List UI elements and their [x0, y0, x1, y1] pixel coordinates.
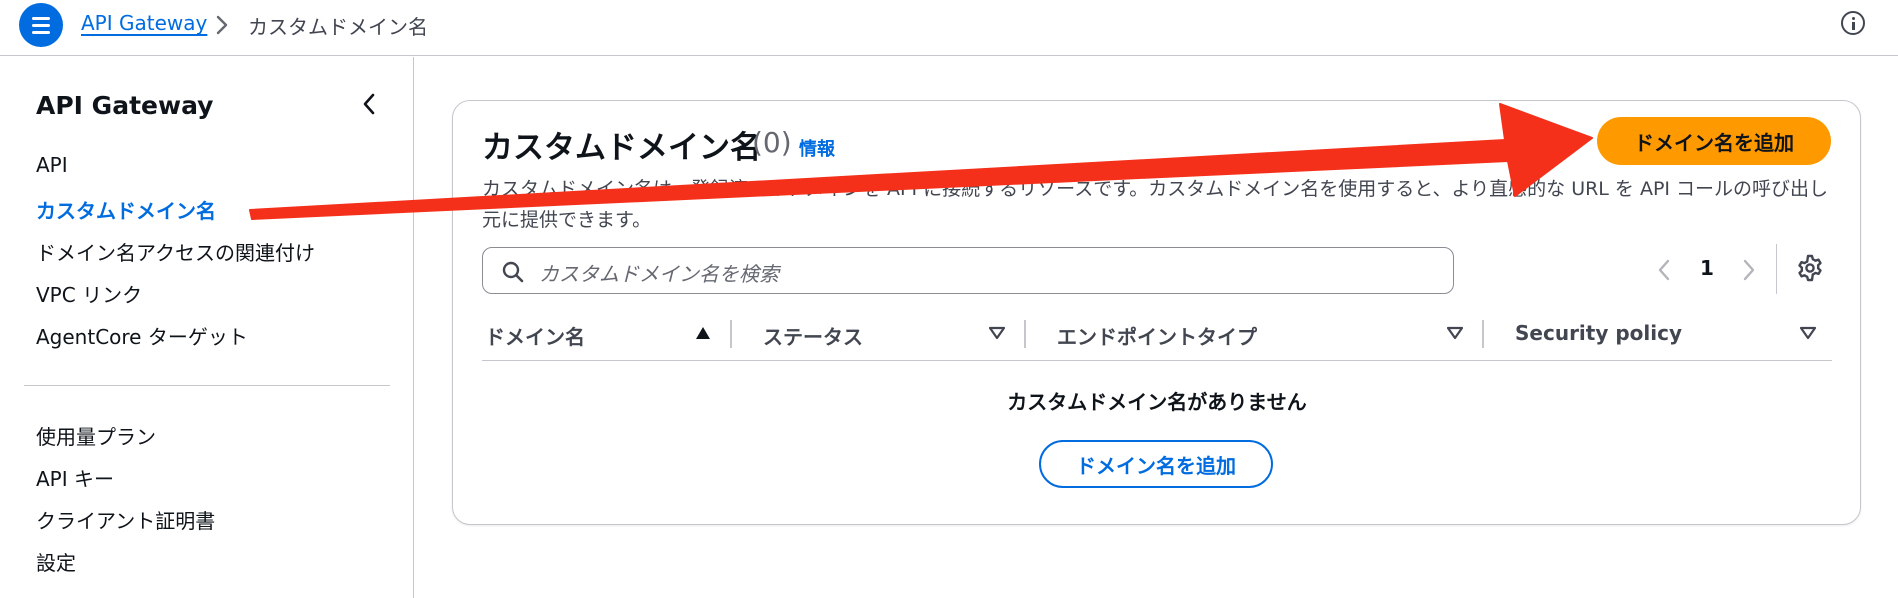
search-input[interactable]: カスタムドメイン名を検索: [482, 247, 1454, 294]
chevron-right-icon: [216, 15, 228, 35]
chevron-left-icon[interactable]: [360, 91, 378, 117]
sidebar-item-domain-name-access-associations[interactable]: ドメイン名アクセスの関連付け: [36, 237, 315, 266]
sort-icon[interactable]: [1800, 326, 1816, 340]
column-divider[interactable]: [730, 320, 732, 348]
search-icon: [502, 261, 524, 283]
column-divider[interactable]: [1024, 320, 1026, 348]
add-domain-name-button[interactable]: ドメイン名を追加: [1597, 117, 1831, 165]
pagination-divider: [1776, 244, 1777, 294]
sidebar-item-usage-plans[interactable]: 使用量プラン: [36, 421, 156, 450]
top-navigation-bar: API Gateway カスタムドメイン名: [0, 0, 1898, 56]
breadcrumb-current: カスタムドメイン名: [248, 15, 428, 39]
column-header-domain-name[interactable]: ドメイン名: [485, 321, 585, 350]
empty-state-add-domain-name-button[interactable]: ドメイン名を追加: [1039, 440, 1273, 488]
column-divider[interactable]: [1482, 320, 1484, 348]
column-header-endpoint-type[interactable]: エンドポイントタイプ: [1057, 321, 1257, 350]
page-title: カスタムドメイン名: [482, 130, 761, 166]
search-placeholder: カスタムドメイン名を検索: [539, 262, 779, 286]
sort-icon[interactable]: [1447, 326, 1463, 340]
gear-icon[interactable]: [1796, 254, 1824, 282]
sidebar-item-vpc-links[interactable]: VPC リンク: [36, 279, 142, 308]
column-header-security-policy[interactable]: Security policy: [1515, 321, 1682, 345]
column-header-status[interactable]: ステータス: [763, 321, 863, 350]
sidebar: API Gateway API カスタムドメイン名 ドメイン名アクセスの関連付け…: [0, 57, 414, 598]
hamburger-menu-icon[interactable]: [19, 3, 63, 47]
sidebar-item-agentcore-targets[interactable]: AgentCore ターゲット: [36, 321, 248, 350]
sort-ascending-icon[interactable]: [695, 326, 711, 340]
breadcrumb-api-gateway-link[interactable]: API Gateway: [81, 11, 207, 35]
empty-state-title: カスタムドメイン名がありません: [1007, 390, 1307, 414]
panel-description: カスタムドメイン名は、登録済みのドメインを API に接続するリソースです。カス…: [482, 178, 1829, 231]
sidebar-item-settings[interactable]: 設定: [36, 547, 76, 576]
item-count: (0): [752, 126, 792, 159]
table-header-divider: [482, 360, 1832, 361]
info-link[interactable]: 情報: [799, 135, 835, 161]
sidebar-item-client-certificates[interactable]: クライアント証明書: [36, 505, 215, 534]
info-icon[interactable]: [1841, 11, 1865, 35]
sidebar-title: API Gateway: [36, 91, 214, 120]
sidebar-item-api-keys[interactable]: API キー: [36, 463, 114, 492]
sort-icon[interactable]: [989, 326, 1005, 340]
pagination-previous-icon[interactable]: [1655, 257, 1673, 283]
sidebar-item-api[interactable]: API: [36, 153, 68, 177]
pagination-next-icon[interactable]: [1740, 257, 1758, 283]
pagination-current-page[interactable]: 1: [1700, 256, 1714, 280]
sidebar-item-custom-domain-names[interactable]: カスタムドメイン名: [36, 195, 216, 224]
